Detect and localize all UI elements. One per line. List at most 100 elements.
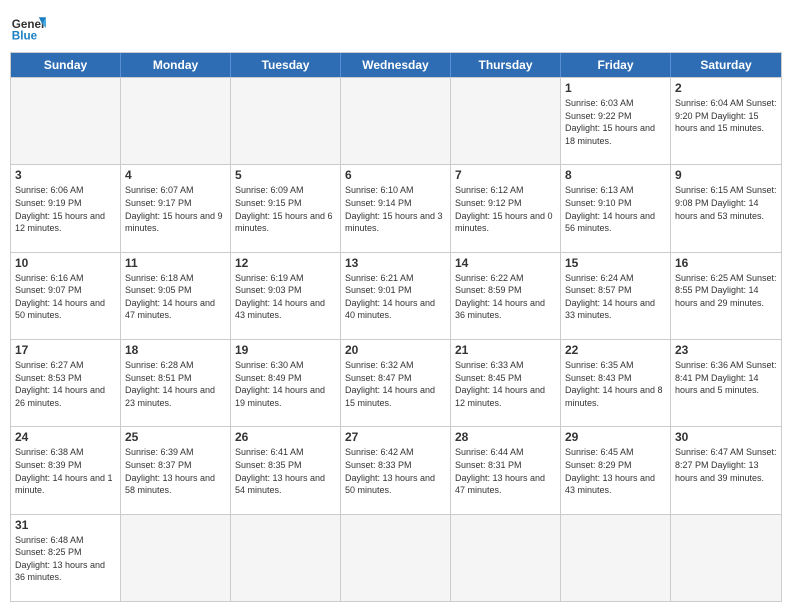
calendar-cell: 20Sunrise: 6:32 AM Sunset: 8:47 PM Dayli… <box>341 340 451 426</box>
day-info: Sunrise: 6:24 AM Sunset: 8:57 PM Dayligh… <box>565 272 666 322</box>
day-info: Sunrise: 6:48 AM Sunset: 8:25 PM Dayligh… <box>15 534 116 584</box>
calendar-cell: 28 Sunrise: 6:44 AM Sunset: 8:31 PM Dayli… <box>451 427 561 513</box>
day-number: 3 <box>15 168 116 182</box>
calendar-cell <box>451 78 561 164</box>
day-info: Sunrise: 6:03 AM Sunset: 9:22 PM Dayligh… <box>565 97 666 147</box>
calendar-header-row: SundayMondayTuesdayWednesdayThursdayFrid… <box>11 53 781 77</box>
day-info: Sunrise: 6:04 AM Sunset: 9:20 PM Dayligh… <box>675 97 777 135</box>
day-number: 31 <box>15 518 116 532</box>
day-info: Sunrise: 6:18 AM Sunset: 9:05 PM Dayligh… <box>125 272 226 322</box>
day-number: 17 <box>15 343 116 357</box>
calendar-cell: 25 Sunrise: 6:39 AM Sunset: 8:37 PM Dayli… <box>121 427 231 513</box>
day-info: Sunrise: 6:41 AM Sunset: 8:35 PM Dayligh… <box>235 446 336 496</box>
day-number: 29 <box>565 430 666 444</box>
calendar-cell <box>671 515 781 601</box>
day-number: 20 <box>345 343 446 357</box>
day-number: 9 <box>675 168 777 182</box>
calendar-cell <box>451 515 561 601</box>
day-info: Sunrise: 6:22 AM Sunset: 8:59 PM Dayligh… <box>455 272 556 322</box>
day-info: Sunrise: 6:36 AM Sunset: 8:41 PM Dayligh… <box>675 359 777 397</box>
calendar-week-row: 17 Sunrise: 6:27 AM Sunset: 8:53 PM Dayli… <box>11 339 781 426</box>
calendar-cell: 17 Sunrise: 6:27 AM Sunset: 8:53 PM Dayli… <box>11 340 121 426</box>
day-info: Sunrise: 6:13 AM Sunset: 9:10 PM Dayligh… <box>565 184 666 234</box>
day-number: 28 <box>455 430 556 444</box>
weekday-header: Monday <box>121 53 231 77</box>
day-number: 5 <box>235 168 336 182</box>
calendar-cell <box>341 515 451 601</box>
svg-text:Blue: Blue <box>12 30 38 43</box>
day-info: Sunrise: 6:39 AM Sunset: 8:37 PM Dayligh… <box>125 446 226 496</box>
weekday-header: Thursday <box>451 53 561 77</box>
calendar-cell: 27Sunrise: 6:42 AM Sunset: 8:33 PM Dayli… <box>341 427 451 513</box>
calendar-cell: 22 Sunrise: 6:35 AM Sunset: 8:43 PM Dayli… <box>561 340 671 426</box>
day-number: 12 <box>235 256 336 270</box>
calendar-cell: 18 Sunrise: 6:28 AM Sunset: 8:51 PM Dayli… <box>121 340 231 426</box>
day-info: Sunrise: 6:21 AM Sunset: 9:01 PM Dayligh… <box>345 272 446 322</box>
calendar-cell: 9 Sunrise: 6:15 AM Sunset: 9:08 PM Daylig… <box>671 165 781 251</box>
calendar-week-row: 10 Sunrise: 6:16 AM Sunset: 9:07 PM Dayli… <box>11 252 781 339</box>
calendar-cell: 4 Sunrise: 6:07 AM Sunset: 9:17 PM Daylig… <box>121 165 231 251</box>
calendar-cell: 29 Sunrise: 6:45 AM Sunset: 8:29 PM Dayli… <box>561 427 671 513</box>
day-info: Sunrise: 6:10 AM Sunset: 9:14 PM Dayligh… <box>345 184 446 234</box>
calendar-cell: 31 Sunrise: 6:48 AM Sunset: 8:25 PM Dayli… <box>11 515 121 601</box>
day-number: 25 <box>125 430 226 444</box>
calendar-cell: 11Sunrise: 6:18 AM Sunset: 9:05 PM Dayli… <box>121 253 231 339</box>
calendar-cell: 3 Sunrise: 6:06 AM Sunset: 9:19 PM Daylig… <box>11 165 121 251</box>
calendar-body: 1 Sunrise: 6:03 AM Sunset: 9:22 PM Daylig… <box>11 77 781 601</box>
day-number: 22 <box>565 343 666 357</box>
day-number: 1 <box>565 81 666 95</box>
calendar-cell: 1 Sunrise: 6:03 AM Sunset: 9:22 PM Daylig… <box>561 78 671 164</box>
calendar-cell: 19Sunrise: 6:30 AM Sunset: 8:49 PM Dayli… <box>231 340 341 426</box>
day-info: Sunrise: 6:45 AM Sunset: 8:29 PM Dayligh… <box>565 446 666 496</box>
day-info: Sunrise: 6:33 AM Sunset: 8:45 PM Dayligh… <box>455 359 556 409</box>
day-info: Sunrise: 6:38 AM Sunset: 8:39 PM Dayligh… <box>15 446 116 496</box>
day-info: Sunrise: 6:35 AM Sunset: 8:43 PM Dayligh… <box>565 359 666 409</box>
day-number: 26 <box>235 430 336 444</box>
calendar-cell: 24Sunrise: 6:38 AM Sunset: 8:39 PM Dayli… <box>11 427 121 513</box>
calendar-cell <box>561 515 671 601</box>
calendar-cell <box>121 78 231 164</box>
calendar-cell: 16 Sunrise: 6:25 AM Sunset: 8:55 PM Dayli… <box>671 253 781 339</box>
logo: General Blue <box>10 10 46 46</box>
calendar-cell: 6 Sunrise: 6:10 AM Sunset: 9:14 PM Daylig… <box>341 165 451 251</box>
weekday-header: Saturday <box>671 53 781 77</box>
calendar-week-row: 1 Sunrise: 6:03 AM Sunset: 9:22 PM Daylig… <box>11 77 781 164</box>
day-info: Sunrise: 6:44 AM Sunset: 8:31 PM Dayligh… <box>455 446 556 496</box>
day-number: 6 <box>345 168 446 182</box>
calendar-cell: 7 Sunrise: 6:12 AM Sunset: 9:12 PM Daylig… <box>451 165 561 251</box>
day-info: Sunrise: 6:15 AM Sunset: 9:08 PM Dayligh… <box>675 184 777 222</box>
day-info: Sunrise: 6:16 AM Sunset: 9:07 PM Dayligh… <box>15 272 116 322</box>
day-info: Sunrise: 6:28 AM Sunset: 8:51 PM Dayligh… <box>125 359 226 409</box>
day-number: 7 <box>455 168 556 182</box>
day-info: Sunrise: 6:07 AM Sunset: 9:17 PM Dayligh… <box>125 184 226 234</box>
day-number: 13 <box>345 256 446 270</box>
calendar-cell: 8Sunrise: 6:13 AM Sunset: 9:10 PM Daylig… <box>561 165 671 251</box>
day-number: 23 <box>675 343 777 357</box>
calendar-cell: 12Sunrise: 6:19 AM Sunset: 9:03 PM Dayli… <box>231 253 341 339</box>
calendar-cell <box>11 78 121 164</box>
page-header: General Blue <box>10 10 782 46</box>
day-info: Sunrise: 6:25 AM Sunset: 8:55 PM Dayligh… <box>675 272 777 310</box>
calendar: SundayMondayTuesdayWednesdayThursdayFrid… <box>10 52 782 602</box>
day-number: 18 <box>125 343 226 357</box>
calendar-cell <box>341 78 451 164</box>
calendar-cell: 30Sunrise: 6:47 AM Sunset: 8:27 PM Dayli… <box>671 427 781 513</box>
day-number: 4 <box>125 168 226 182</box>
calendar-cell <box>121 515 231 601</box>
day-info: Sunrise: 6:12 AM Sunset: 9:12 PM Dayligh… <box>455 184 556 234</box>
weekday-header: Wednesday <box>341 53 451 77</box>
calendar-week-row: 24Sunrise: 6:38 AM Sunset: 8:39 PM Dayli… <box>11 426 781 513</box>
day-number: 16 <box>675 256 777 270</box>
weekday-header: Sunday <box>11 53 121 77</box>
day-number: 10 <box>15 256 116 270</box>
weekday-header: Friday <box>561 53 671 77</box>
day-number: 2 <box>675 81 777 95</box>
calendar-cell: 5 Sunrise: 6:09 AM Sunset: 9:15 PM Daylig… <box>231 165 341 251</box>
calendar-cell: 23 Sunrise: 6:36 AM Sunset: 8:41 PM Dayli… <box>671 340 781 426</box>
day-info: Sunrise: 6:06 AM Sunset: 9:19 PM Dayligh… <box>15 184 116 234</box>
day-info: Sunrise: 6:42 AM Sunset: 8:33 PM Dayligh… <box>345 446 446 496</box>
day-info: Sunrise: 6:09 AM Sunset: 9:15 PM Dayligh… <box>235 184 336 234</box>
day-info: Sunrise: 6:30 AM Sunset: 8:49 PM Dayligh… <box>235 359 336 409</box>
day-info: Sunrise: 6:27 AM Sunset: 8:53 PM Dayligh… <box>15 359 116 409</box>
calendar-cell: 21Sunrise: 6:33 AM Sunset: 8:45 PM Dayli… <box>451 340 561 426</box>
